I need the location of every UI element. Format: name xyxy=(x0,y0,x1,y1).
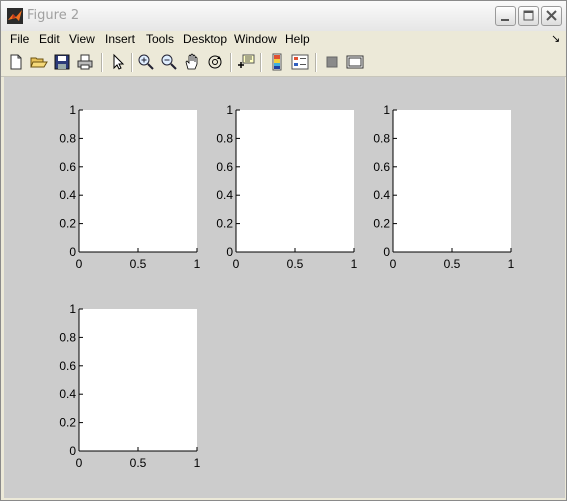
x-tick-label: 0 xyxy=(76,257,83,271)
x-tick-label: 0.5 xyxy=(130,257,147,271)
matlab-logo-icon xyxy=(7,8,23,24)
maximize-button[interactable] xyxy=(518,6,539,26)
x-tick-label: 0.5 xyxy=(444,257,461,271)
menu-insert[interactable]: Insert xyxy=(105,32,135,46)
menu-bar: File Edit View Insert Tools Desktop Wind… xyxy=(1,31,566,49)
hide-plot-tools-icon[interactable] xyxy=(323,53,341,71)
toolbar-separator xyxy=(101,53,103,72)
close-button[interactable] xyxy=(541,6,562,26)
x-tick-label: 0.5 xyxy=(287,257,304,271)
x-tick-label: 1 xyxy=(194,257,201,271)
edit-plot-icon[interactable] xyxy=(109,53,127,71)
title-bar[interactable]: Figure 2 xyxy=(1,1,566,32)
figure-window: Figure 2 File Edit View Insert Tools Des… xyxy=(0,0,567,501)
y-tick-label: 0.6 xyxy=(216,160,233,174)
y-tick-label: 1 xyxy=(383,103,390,117)
print-figure-icon[interactable] xyxy=(76,53,94,71)
toolbar-separator xyxy=(315,53,317,72)
insert-legend-icon[interactable] xyxy=(291,53,309,71)
y-tick-label: 0.8 xyxy=(216,131,233,145)
y-tick-label: 0.4 xyxy=(59,188,76,202)
zoom-in-icon[interactable] xyxy=(137,53,155,71)
pan-icon[interactable] xyxy=(183,53,201,71)
y-tick-label: 0.4 xyxy=(373,188,390,202)
show-plot-tools-icon[interactable] xyxy=(346,53,364,71)
menu-window[interactable]: Window xyxy=(234,32,277,46)
y-tick-label: 0.2 xyxy=(216,217,233,231)
y-tick-label: 0.4 xyxy=(216,188,233,202)
zoom-out-icon[interactable] xyxy=(160,53,178,71)
x-tick-label: 1 xyxy=(508,257,515,271)
open-file-icon[interactable] xyxy=(30,53,48,71)
y-tick-label: 1 xyxy=(69,103,76,117)
data-cursor-icon[interactable] xyxy=(237,53,255,71)
y-tick-label: 0.2 xyxy=(373,217,390,231)
toolbar-separator xyxy=(131,53,133,72)
dock-figure-icon[interactable]: ↘ xyxy=(551,32,560,45)
y-tick-label: 0.2 xyxy=(59,416,76,430)
y-tick-label: 0.6 xyxy=(373,160,390,174)
insert-colorbar-icon[interactable] xyxy=(268,53,286,71)
menu-edit[interactable]: Edit xyxy=(39,32,60,46)
toolbar-separator xyxy=(230,53,232,72)
axes-canvas: 00.20.40.60.810 0.5 100.20.40.60.810 0.5 100… xyxy=(59,103,515,470)
y-tick-label: 0.2 xyxy=(59,217,76,231)
toolbar-separator xyxy=(260,53,262,72)
figure-toolbar xyxy=(1,49,566,77)
menu-desktop[interactable]: Desktop xyxy=(183,32,227,46)
menu-help[interactable]: Help xyxy=(285,32,310,46)
y-tick-label: 1 xyxy=(226,103,233,117)
new-figure-icon[interactable] xyxy=(7,53,25,71)
x-tick-label: 0 xyxy=(390,257,397,271)
axes-1 xyxy=(79,110,197,252)
x-tick-label: 1 xyxy=(194,456,201,470)
axes-3 xyxy=(393,110,511,252)
menu-file[interactable]: File xyxy=(10,32,29,46)
y-tick-label: 0.8 xyxy=(373,131,390,145)
y-tick-label: 0.8 xyxy=(59,330,76,344)
y-tick-label: 0.6 xyxy=(59,160,76,174)
y-tick-label: 0.6 xyxy=(59,359,76,373)
window-title: Figure 2 xyxy=(27,8,80,23)
menu-view[interactable]: View xyxy=(69,32,95,46)
y-tick-label: 1 xyxy=(69,302,76,316)
x-tick-label: 0 xyxy=(76,456,83,470)
menu-tools[interactable]: Tools xyxy=(146,32,174,46)
x-tick-label: 1 xyxy=(351,257,358,271)
y-tick-label: 0.4 xyxy=(59,387,76,401)
axes-2 xyxy=(236,110,354,252)
y-tick-label: 0.8 xyxy=(59,131,76,145)
rotate-3d-icon[interactable] xyxy=(206,53,224,71)
x-tick-label: 0.5 xyxy=(130,456,147,470)
save-figure-icon[interactable] xyxy=(53,53,71,71)
axes-4 xyxy=(79,309,197,451)
x-tick-label: 0 xyxy=(233,257,240,271)
figure-area: 0 0.2 0.4 0.6 0.8 1 0 0.5 1 0 0.2 0.4 0.6 0.8 1 0 0.5 1 0 0… xyxy=(4,77,565,498)
minimize-button[interactable] xyxy=(495,6,516,26)
